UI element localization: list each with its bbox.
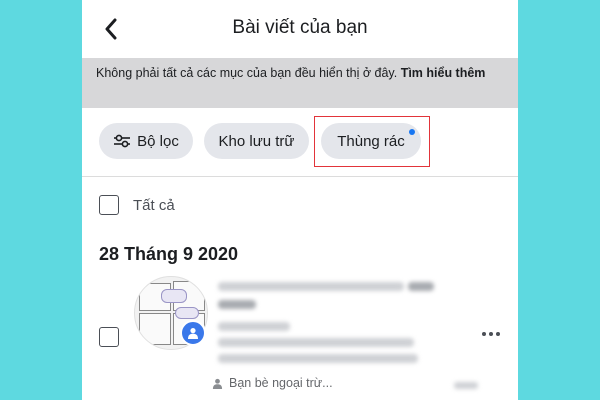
visibility-notice: Không phải tất cả các mục của bạn đều hi…: [82, 58, 518, 108]
ellipsis-icon: [482, 332, 486, 336]
friends-audience-badge: [180, 320, 206, 346]
top-bar: Bài viết của bạn: [82, 0, 518, 58]
date-heading: 28 Tháng 9 2020: [99, 244, 239, 264]
notice-text: Không phải tất cả các mục của bạn đều hi…: [96, 66, 401, 80]
friends-icon: [212, 378, 223, 389]
post-audience: Bạn bè ngoại trừ...: [212, 376, 333, 390]
audience-label: Bạn bè ngoại trừ...: [229, 376, 333, 390]
notification-dot: [409, 129, 415, 135]
post-checkbox[interactable]: [99, 327, 119, 347]
select-all-label: Tất cả: [133, 196, 175, 214]
select-all-checkbox[interactable]: [99, 195, 119, 215]
divider: [82, 176, 518, 177]
archive-label: Kho lưu trữ: [218, 132, 295, 150]
archive-button[interactable]: Kho lưu trữ: [204, 123, 309, 159]
more-options-button[interactable]: [478, 326, 504, 342]
person-icon: [188, 328, 198, 339]
select-all-row[interactable]: Tất cả: [99, 194, 175, 216]
post-item[interactable]: Bạn bè ngoại trừ...: [82, 270, 518, 400]
filter-bar: Bộ lọc Kho lưu trữ Thùng rác: [82, 108, 518, 172]
blurred-tail: [454, 382, 478, 389]
phone-screen: Bài viết của bạn Không phải tất cả các m…: [82, 0, 518, 400]
filter-label: Bộ lọc: [137, 132, 179, 150]
trash-label: Thùng rác: [337, 132, 405, 150]
learn-more-link[interactable]: Tìm hiểu thêm: [401, 66, 486, 80]
trash-button[interactable]: Thùng rác: [321, 123, 421, 159]
filter-button[interactable]: Bộ lọc: [99, 123, 193, 159]
sliders-icon: [114, 134, 131, 148]
page-title: Bài viết của bạn: [232, 17, 368, 38]
trash-highlight-box: Thùng rác: [314, 116, 430, 167]
